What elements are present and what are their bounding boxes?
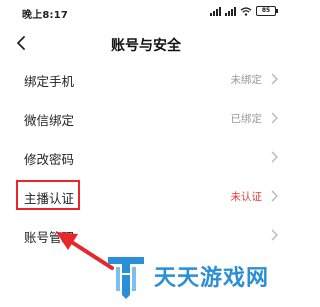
watermark-text: 天天游戏网 — [154, 266, 270, 291]
watermark-logo-icon — [108, 257, 144, 299]
watermark: 天天游戏网 — [104, 248, 286, 304]
